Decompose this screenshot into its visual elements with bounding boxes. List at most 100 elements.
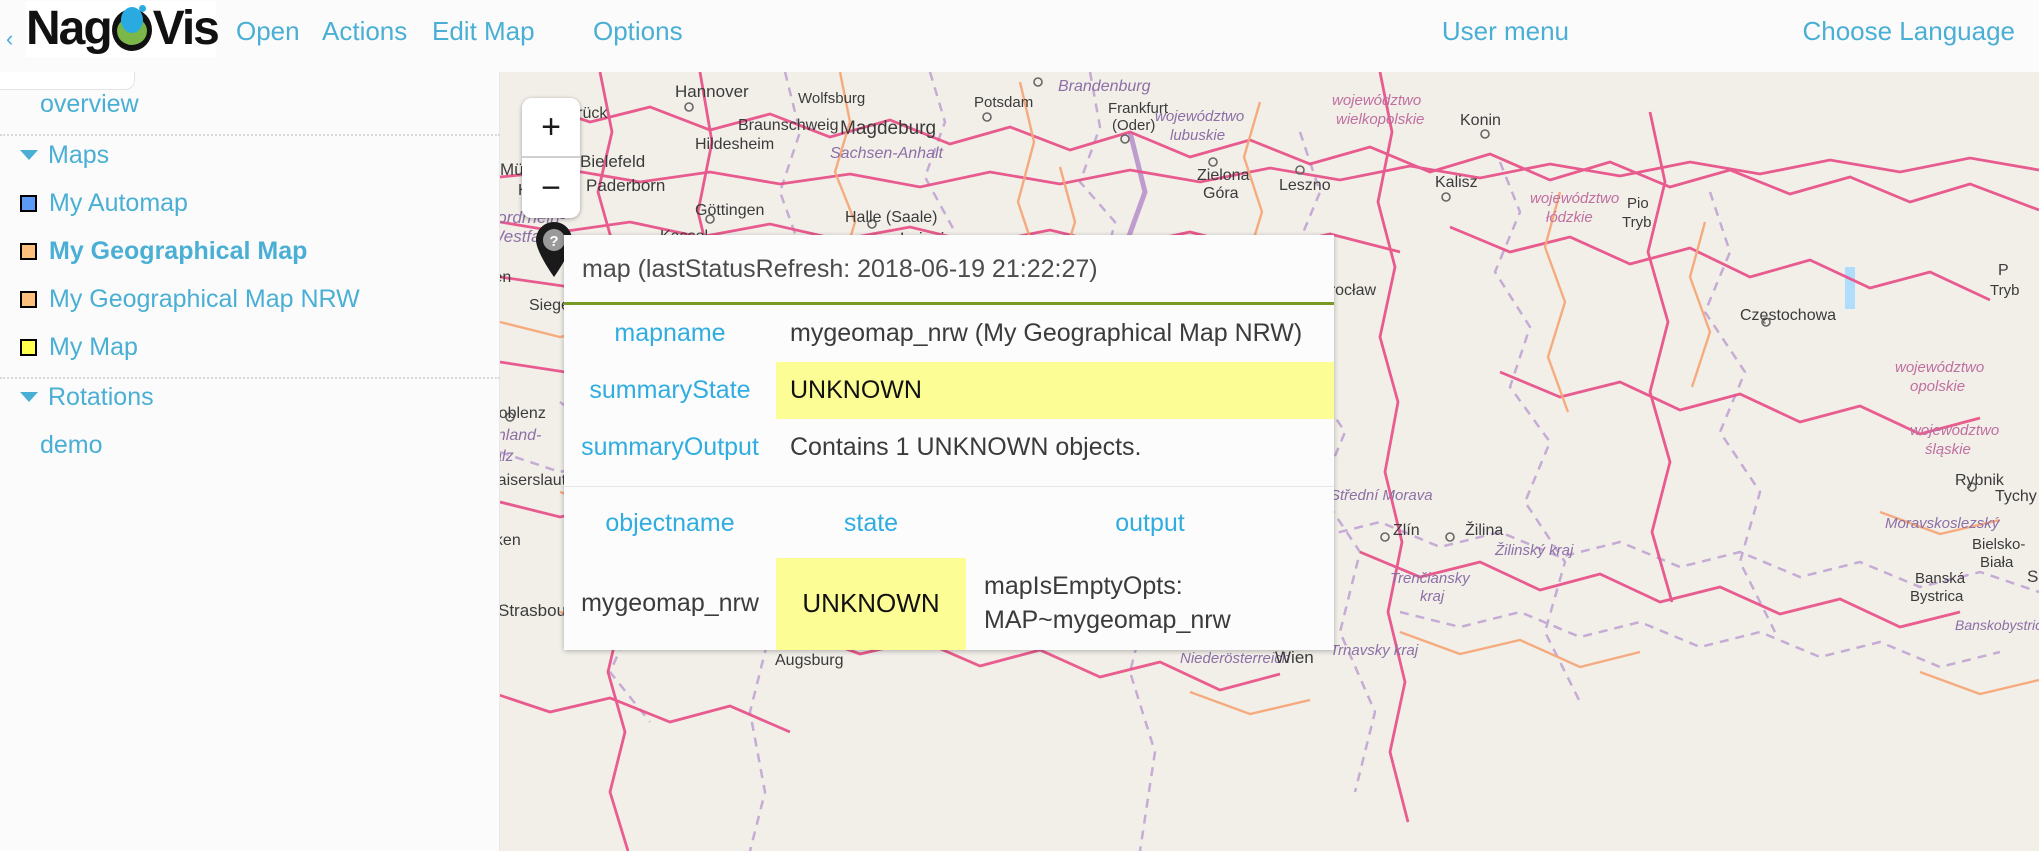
map-label: Konin bbox=[1460, 112, 1501, 129]
map-label: Potsdam bbox=[974, 94, 1034, 111]
map-label: (Oder) bbox=[1112, 117, 1156, 134]
sidebar-item-my-map[interactable]: My Map bbox=[20, 332, 519, 362]
map-label: Trnavsky kraj bbox=[1330, 642, 1419, 659]
nagvis-orb-icon bbox=[109, 5, 155, 53]
map-label: województwo bbox=[1910, 422, 2000, 439]
sidebar-group-rotations[interactable]: Rotations bbox=[20, 382, 519, 412]
map-label: opolskie bbox=[1910, 378, 1966, 395]
map-label: Magdeburg bbox=[840, 118, 937, 139]
map-label: Wolfsburg bbox=[798, 90, 866, 107]
map-zoom-controls[interactable]: + − bbox=[522, 98, 580, 218]
chevron-down-icon bbox=[20, 392, 38, 402]
nagvis-logo: Nag Vis bbox=[26, 1, 220, 57]
tooltip-key-summaryoutput: summaryOutput bbox=[581, 433, 759, 461]
map-label: Hildesheim bbox=[695, 136, 775, 153]
map-label: Žilina bbox=[1465, 522, 1504, 539]
column-header-objectname: objectname bbox=[605, 509, 735, 537]
nav-actions[interactable]: Actions bbox=[322, 16, 407, 47]
tooltip-key-summarystate: summaryState bbox=[589, 376, 751, 404]
column-header-output: output bbox=[1115, 509, 1185, 537]
status-tooltip[interactable]: map (lastStatusRefresh: 2018-06-19 21:22… bbox=[564, 235, 1334, 650]
map-label: Tryb bbox=[1990, 282, 2020, 299]
map-label: lubuskie bbox=[1170, 127, 1226, 144]
column-header-state: state bbox=[843, 509, 899, 537]
cell-output-line2: MAP~mygeomap_nrw bbox=[984, 605, 1231, 634]
sidebar-item-label: overview bbox=[40, 89, 139, 118]
sidebar-item-label: demo bbox=[40, 430, 103, 459]
sidebar-group-maps[interactable]: Maps bbox=[20, 140, 519, 170]
map-label: Góra bbox=[1203, 185, 1239, 202]
sidebar-item-overview[interactable]: overview bbox=[40, 89, 539, 119]
sidebar-item-my-geographical-map-nrw[interactable]: My Geographical Map NRW bbox=[20, 284, 519, 314]
tooltip-summary-table: mapname mygeomap_nrw (My Geographical Ma… bbox=[564, 305, 1334, 476]
geographical-map[interactable]: Hannover Wolfsburg Magdeburg Potsdam Branden… bbox=[500, 72, 2039, 851]
map-label: Moravskoslezský bbox=[1885, 515, 2000, 532]
map-label: województwo bbox=[1530, 190, 1620, 207]
sidebar-group-label: Maps bbox=[48, 140, 110, 169]
map-label: Saarbrücken bbox=[500, 532, 521, 549]
state-box-icon bbox=[20, 194, 37, 212]
sidebar-item-label: My Geographical Map NRW bbox=[49, 284, 360, 313]
map-label: Banskobystrick bbox=[1955, 617, 2039, 633]
map-label: Halle (Saale) bbox=[845, 209, 938, 226]
map-label: Kalisz bbox=[1435, 174, 1478, 191]
map-label: Sachsen-Anhalt bbox=[830, 145, 943, 162]
map-label: województwo bbox=[1155, 108, 1245, 125]
state-box-icon bbox=[20, 338, 37, 356]
zoom-in-button[interactable]: + bbox=[522, 98, 580, 158]
tooltip-objects-table: objectname state output mygeomap_nrw UNK… bbox=[564, 486, 1334, 650]
chevron-left-icon[interactable]: ‹ bbox=[6, 28, 13, 50]
map-label: Biała bbox=[1980, 554, 2014, 571]
map-label: P bbox=[1998, 262, 2009, 279]
app-header: ‹ Nag Vis Open Actions Edit Map Options … bbox=[0, 0, 2039, 72]
map-label: Zielona bbox=[1197, 167, 1250, 184]
map-label: śląskie bbox=[1925, 441, 1971, 458]
table-header-row: objectname state output bbox=[564, 487, 1334, 559]
map-label: Bielefeld bbox=[580, 152, 646, 171]
tooltip-key-mapname: mapname bbox=[614, 319, 726, 347]
cell-output: mapIsEmptyOpts: MAP~mygeomap_nrw bbox=[966, 558, 1334, 650]
sidebar-item-my-geographical-map[interactable]: My Geographical Map bbox=[20, 236, 519, 266]
tooltip-title: map (lastStatusRefresh: 2018-06-19 21:22… bbox=[564, 235, 1334, 305]
cell-output-line1: mapIsEmptyOpts: bbox=[984, 572, 1183, 600]
map-label: kraj bbox=[1420, 588, 1445, 605]
map-label: Žilinský kraj bbox=[1495, 542, 1574, 559]
map-label: województwo bbox=[1332, 92, 1422, 109]
map-label: Bielsko- bbox=[1972, 536, 2026, 553]
table-row: mygeomap_nrw UNKNOWN mapIsEmptyOpts: MAP… bbox=[564, 558, 1334, 650]
map-label: Paderborn bbox=[586, 176, 666, 195]
svg-text:?: ? bbox=[549, 233, 558, 250]
sidebar: overview Maps My Automap My Geographical… bbox=[0, 50, 500, 851]
map-label: Brandenburg bbox=[1058, 78, 1151, 95]
nav-choose-language[interactable]: Choose Language bbox=[1802, 16, 2015, 47]
nav-edit-map[interactable]: Edit Map bbox=[432, 16, 535, 47]
sidebar-item-my-automap[interactable]: My Automap bbox=[20, 188, 519, 218]
sidebar-item-demo[interactable]: demo bbox=[40, 430, 539, 460]
tooltip-value-summaryoutput: Contains 1 UNKNOWN objects. bbox=[790, 433, 1142, 461]
map-label: Tryb bbox=[1622, 214, 1652, 231]
logo-text-pre: Nag bbox=[26, 2, 113, 55]
map-label: Střední Morava bbox=[1330, 487, 1433, 504]
map-label: Slov bbox=[2027, 567, 2039, 586]
map-label: Pio bbox=[1627, 195, 1649, 212]
sidebar-item-label: My Automap bbox=[49, 188, 188, 217]
chevron-down-icon bbox=[20, 150, 38, 160]
map-label: Zlín bbox=[1393, 522, 1420, 539]
sidebar-divider-1 bbox=[0, 134, 500, 136]
map-label: Augsburg bbox=[775, 652, 844, 669]
nav-user-menu[interactable]: User menu bbox=[1442, 16, 1569, 47]
map-label: Tychy bbox=[1995, 488, 2037, 505]
map-label: łódzkie bbox=[1546, 209, 1593, 226]
map-label: Bystrica bbox=[1910, 588, 1964, 605]
tooltip-value-mapname: mygeomap_nrw (My Geographical Map NRW) bbox=[790, 319, 1303, 347]
tooltip-value-summarystate: UNKNOWN bbox=[776, 362, 1334, 419]
nav-open[interactable]: Open bbox=[236, 16, 300, 47]
map-label: Trenčiansky bbox=[1390, 570, 1470, 587]
sidebar-item-label: My Geographical Map bbox=[49, 236, 308, 265]
map-label: Niederösterreich bbox=[1180, 650, 1291, 667]
nav-options[interactable]: Options bbox=[593, 16, 683, 47]
zoom-out-button[interactable]: − bbox=[522, 158, 580, 218]
map-label: Leszno bbox=[1279, 177, 1331, 194]
map-label: Braunschweig bbox=[738, 117, 839, 134]
cell-state: UNKNOWN bbox=[776, 558, 966, 650]
